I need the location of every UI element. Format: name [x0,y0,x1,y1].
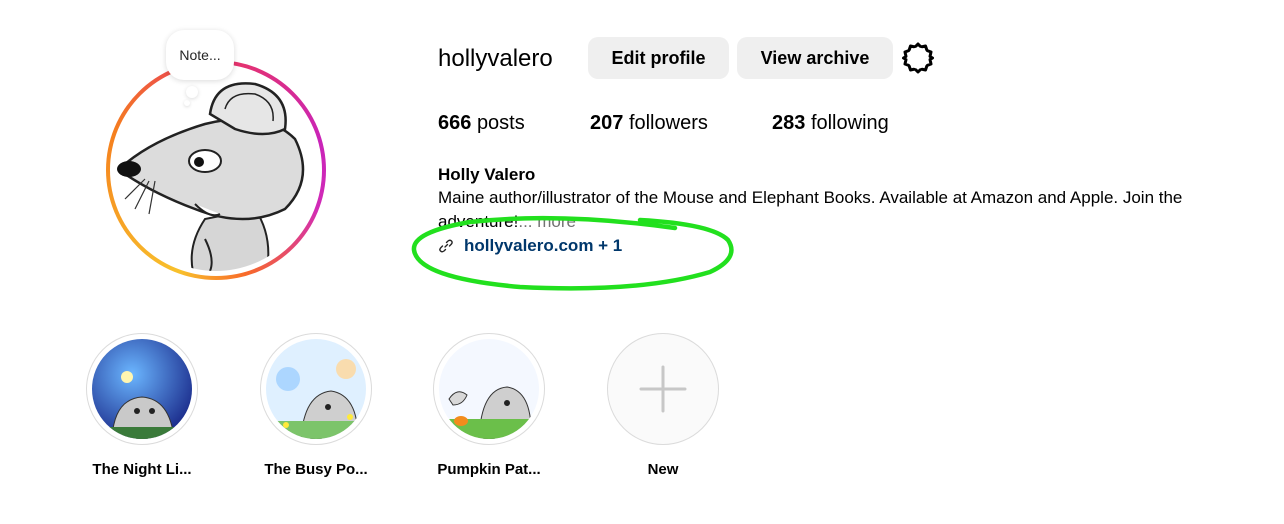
note-bubble-tail-small [184,100,190,106]
note-bubble-tail [186,86,198,98]
profile-link-text[interactable]: hollyvalero.com + 1 [464,236,622,256]
edit-profile-button[interactable]: Edit profile [588,37,729,79]
following-number: 283 [772,112,806,134]
highlight-ring [433,333,545,445]
profile-username: hollyvalero [438,45,553,72]
highlight-night-lights[interactable]: The Night Li... [86,333,198,478]
note-text: Note... [179,47,221,63]
pumpkin-patch-cover-art [439,339,539,439]
profile-link[interactable]: hollyvalero.com + 1 [438,234,622,258]
posts-number: 666 [438,112,472,134]
avatar-ring-gap [110,64,322,276]
bio-more-link[interactable]: ... more [518,212,576,231]
highlight-ring [260,333,372,445]
highlight-label: Pumpkin Pat... [437,461,541,478]
highlight-pumpkin-patch[interactable]: Pumpkin Pat... [433,333,545,478]
posts-label: posts [476,112,525,134]
followers-link[interactable]: 207 followers [590,110,708,136]
night-lights-cover-art [92,339,192,439]
highlight-label: The Busy Po... [264,461,368,478]
highlight-ring [86,333,198,445]
followers-label: followers [628,112,708,134]
highlight-new[interactable]: New [607,333,719,478]
highlight-label: The Night Li... [92,461,192,478]
profile-full-name: Holly Valero [438,165,536,184]
avatar-story-ring[interactable] [106,60,326,280]
busy-pond-cover-art [266,339,366,439]
pumpkin-patch-cover [439,339,539,439]
link-icon [439,239,453,253]
followers-number: 207 [590,112,624,134]
gear-icon[interactable] [901,41,935,75]
profile-bio: Maine author/illustrator of the Mouse an… [438,186,1258,234]
mouse-avatar-illustration [115,69,317,271]
busy-pond-cover [266,339,366,439]
highlight-busy-pond[interactable]: The Busy Po... [260,333,372,478]
plus-icon [639,365,687,413]
note-bubble[interactable]: Note... [166,30,234,80]
posts-count: 666 posts [438,110,525,136]
following-link[interactable]: 283 following [772,110,889,136]
night-lights-cover [92,339,192,439]
avatar[interactable] [115,69,317,271]
following-label: following [810,112,889,134]
highlight-label: New [647,461,679,478]
view-archive-button[interactable]: View archive [737,37,893,79]
new-highlight-circle [607,333,719,445]
